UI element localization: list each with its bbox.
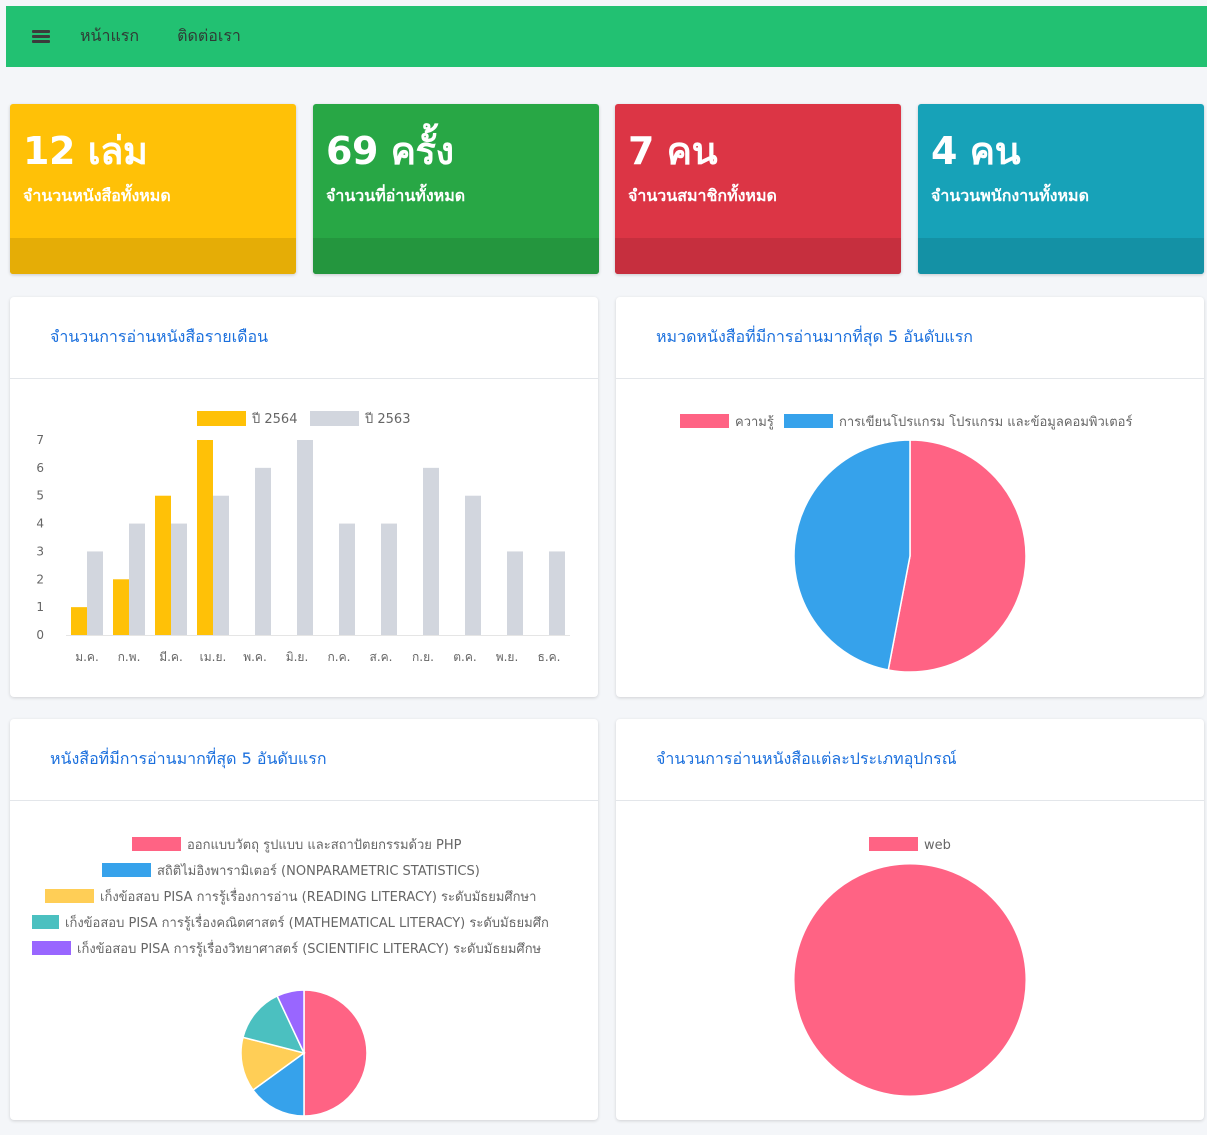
pie-slice-1 [793, 439, 911, 671]
bar-series2 [171, 523, 187, 635]
bar-series2 [549, 551, 565, 635]
legend-label-0: ความรู้ [735, 415, 774, 430]
x-tick-label: พ.ย. [496, 650, 519, 664]
bar-series2 [339, 523, 355, 635]
pie-slice-0 [793, 863, 1027, 1097]
legend-swatch-3 [32, 915, 59, 929]
x-tick-label: เม.ย. [200, 650, 227, 664]
hamburger-menu-icon[interactable] [32, 30, 50, 43]
legend-swatch-1 [784, 414, 833, 428]
bar-series2 [465, 495, 481, 635]
legend-swatch-1 [310, 411, 359, 426]
y-tick-label: 5 [36, 489, 44, 503]
x-tick-label: ก.ค. [328, 650, 351, 664]
x-tick-label: ส.ค. [370, 650, 393, 664]
stat-card-reads: 69 ครั้ง จำนวนที่อ่านทั้งหมด [313, 104, 599, 274]
top-navbar: หน้าแรก ติดต่อเรา [6, 6, 1207, 67]
stat-card-books: 12 เล่ม จำนวนหนังสือทั้งหมด [10, 104, 296, 274]
legend-label-0: ปี 2564 [251, 411, 297, 427]
legend-swatch-0 [132, 837, 181, 851]
stat-books-footer[interactable] [10, 238, 296, 274]
y-tick-label: 6 [36, 461, 44, 475]
legend-label-2: เก็งข้อสอบ PISA การรู้เรื่องการอ่าน (REA… [100, 887, 536, 905]
legend-swatch-0 [680, 414, 729, 428]
legend-swatch-1 [102, 863, 151, 877]
card-header: จำนวนการอ่านหนังสือแต่ละประเภทอุปกรณ์ [616, 719, 1204, 801]
legend-swatch-0 [197, 411, 246, 426]
legend-swatch-2 [45, 889, 94, 903]
stat-staff-value: 4 คน [931, 129, 1021, 173]
legend-label-0: ออกแบบวัตถุ รูปแบบ และสถาปัตยกรรมด้วย PH… [187, 838, 462, 853]
bar-series2 [423, 467, 439, 635]
stat-members-label: จำนวนสมาชิกทั้งหมด [628, 186, 777, 205]
nav-link-contact[interactable]: ติดต่อเรา [177, 24, 241, 49]
x-tick-label: ธ.ค. [538, 650, 561, 664]
card-header: จำนวนการอ่านหนังสือรายเดือน [10, 297, 598, 379]
card-top-categories: หมวดหนังสือที่มีการอ่านมากที่สุด 5 อันดั… [616, 297, 1204, 697]
stat-books-value: 12 เล่ม [23, 129, 148, 173]
bar-series1 [197, 440, 213, 635]
x-tick-label: พ.ค. [243, 650, 267, 664]
card-title: หนังสือที่มีการอ่านมากที่สุด 5 อันดับแรก [50, 749, 327, 768]
y-tick-label: 3 [36, 544, 44, 558]
legend-label-1: สถิติไม่อิงพารามิเตอร์ (NONPARAMETRIC ST… [157, 863, 480, 879]
bar-series1 [155, 495, 171, 635]
legend-swatch-4 [32, 941, 71, 955]
stat-reads-value: 69 ครั้ง [326, 129, 454, 173]
card-header: หนังสือที่มีการอ่านมากที่สุด 5 อันดับแรก [10, 719, 598, 801]
card-devices: จำนวนการอ่านหนังสือแต่ละประเภทอุปกรณ์ we… [616, 719, 1204, 1120]
x-tick-label: ม.ค. [75, 650, 99, 664]
nav-link-home[interactable]: หน้าแรก [80, 24, 139, 49]
bar-series2 [381, 523, 397, 635]
bar-series2 [87, 551, 103, 635]
card-title: หมวดหนังสือที่มีการอ่านมากที่สุด 5 อันดั… [656, 327, 973, 346]
stat-books-label: จำนวนหนังสือทั้งหมด [23, 186, 171, 205]
bar-series2 [255, 467, 271, 635]
stat-reads-label: จำนวนที่อ่านทั้งหมด [326, 186, 466, 205]
stat-staff-label: จำนวนพนักงานทั้งหมด [931, 186, 1089, 205]
card-title: จำนวนการอ่านหนังสือแต่ละประเภทอุปกรณ์ [656, 749, 957, 768]
card-title: จำนวนการอ่านหนังสือรายเดือน [50, 327, 269, 346]
books-pie-chart: ออกแบบวัตถุ รูปแบบ และสถาปัตยกรรมด้วย PH… [32, 837, 549, 1117]
x-tick-label: มี.ค. [159, 650, 183, 664]
y-tick-label: 2 [36, 572, 44, 586]
bar-series2 [129, 523, 145, 635]
stat-card-members: 7 คน จำนวนสมาชิกทั้งหมด [615, 104, 901, 274]
x-tick-label: มิ.ย. [286, 650, 309, 664]
stat-members-value: 7 คน [628, 129, 718, 173]
stat-staff-footer[interactable] [918, 238, 1204, 274]
card-top-books: หนังสือที่มีการอ่านมากที่สุด 5 อันดับแรก… [10, 719, 598, 1120]
x-tick-label: ต.ค. [453, 650, 476, 664]
legend-label-4: เก็งข้อสอบ PISA การรู้เรื่องวิทยาศาสตร์ … [77, 939, 542, 957]
bar-series2 [507, 551, 523, 635]
card-monthly-reads: จำนวนการอ่านหนังสือรายเดือน ปี 2564 ปี 25… [10, 297, 598, 697]
stat-card-staff: 4 คน จำนวนพนักงานทั้งหมด [918, 104, 1204, 274]
monthly-bar-chart: ปี 2564 ปี 2563 0 1 2 3 4 5 6 7 ม.ค. ก.พ. มี.ค. เม.ย.… [36, 411, 570, 664]
legend-label-1: ปี 2563 [364, 411, 410, 427]
stat-reads-footer[interactable] [313, 238, 599, 274]
card-header: หมวดหนังสือที่มีการอ่านมากที่สุด 5 อันดั… [616, 297, 1204, 379]
y-tick-label: 4 [36, 517, 44, 531]
y-tick-label: 1 [36, 600, 44, 614]
legend-label-1: การเขียนโปรแกรม โปรแกรม และข้อมูลคอมพิวเ… [839, 414, 1132, 430]
y-tick-label: 7 [36, 433, 44, 447]
devices-pie-chart: web [793, 837, 1027, 1097]
pie-slice-0 [303, 989, 368, 1117]
bar-series2 [297, 440, 313, 635]
x-tick-label: ก.พ. [118, 650, 141, 664]
legend-label-3: เก็งข้อสอบ PISA การรู้เรื่องคณิตศาสตร์ (… [65, 913, 549, 931]
categories-pie-chart: ความรู้ การเขียนโปรแกรม โปรแกรม และข้อมูล… [680, 414, 1132, 673]
bar-series1 [113, 579, 129, 635]
legend-swatch-0 [869, 837, 918, 851]
bar-series2 [213, 495, 229, 635]
legend-label-0: web [924, 838, 951, 853]
x-tick-label: ก.ย. [412, 650, 434, 664]
stat-members-footer[interactable] [615, 238, 901, 274]
bar-series1 [71, 607, 87, 635]
y-tick-label: 0 [36, 628, 44, 642]
